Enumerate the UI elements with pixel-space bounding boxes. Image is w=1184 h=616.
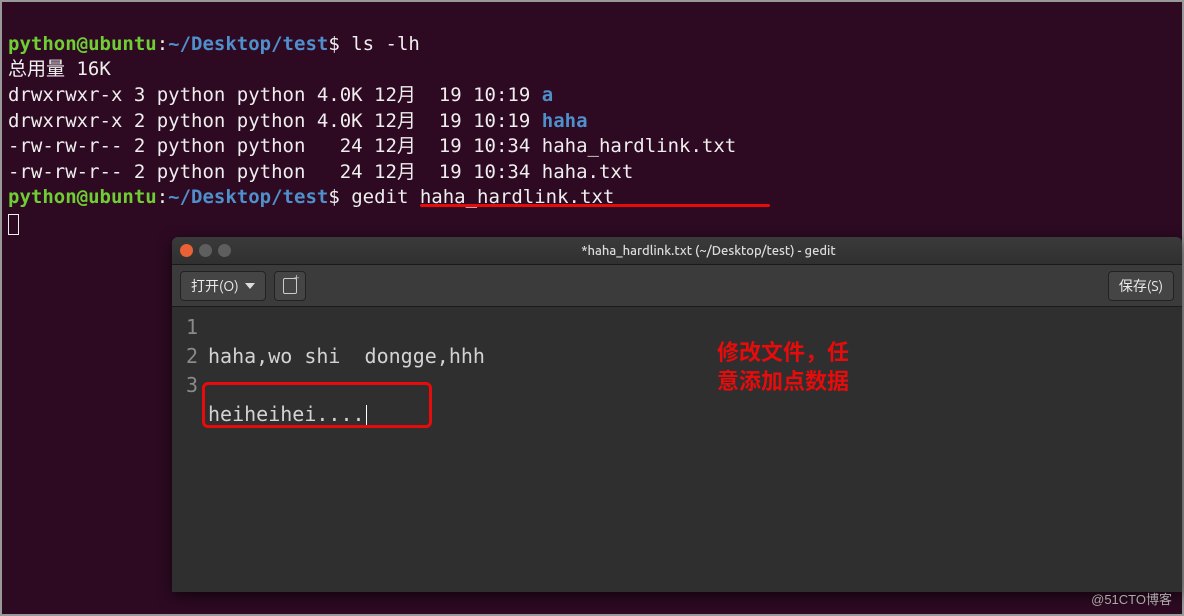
toolbar: 打开(O) 保存(S) [172,265,1182,307]
minimize-icon[interactable] [199,244,212,257]
close-icon[interactable] [180,244,193,257]
ls-row-name: haha.txt [542,161,634,183]
editor-line: haha,wo shi dongge,hhh [208,344,485,368]
ls-row-perm: -rw-rw-r-- 2 python python 24 12月 19 10:… [8,135,542,157]
annotation-text: 修改文件，任 意添加点数据 [717,337,849,394]
ls-row-name: a [542,84,553,106]
window-title: *haha_hardlink.txt (~/Desktop/test) - ge… [243,244,1174,258]
save-label: 保存(S) [1119,276,1163,296]
ls-row-name: haha [542,110,588,132]
line-number: 3 [186,373,198,397]
prompt-colon: : [157,186,168,208]
prompt-path: ~/Desktop/test [168,186,328,208]
line-number: 2 [186,344,198,368]
highlight-box [202,382,432,428]
open-button[interactable]: 打开(O) [180,271,266,301]
command-ls: ls -lh [340,33,420,55]
ls-row-perm: drwxrwxr-x 2 python python 4.0K 12月 19 1… [8,110,542,132]
open-label: 打开(O) [191,276,239,296]
prompt-user: python@ubuntu [8,33,157,55]
ls-row-perm: -rw-rw-r-- 2 python python 24 12月 19 10:… [8,161,542,183]
window-controls [180,244,231,257]
ls-row-name: haha_hardlink.txt [542,135,736,157]
line-gutter: 1 2 3 [172,307,204,592]
maximize-icon[interactable] [218,244,231,257]
prompt-dollar: $ [328,33,339,55]
editor-content[interactable]: haha,wo shi dongge,hhh heiheihei.... [204,307,1182,592]
prompt-colon: : [157,33,168,55]
save-button[interactable]: 保存(S) [1108,271,1174,301]
underline-annotation [420,204,770,207]
prompt-dollar: $ [328,186,339,208]
ls-total: 总用量 16K [8,58,111,80]
titlebar[interactable]: *haha_hardlink.txt (~/Desktop/test) - ge… [172,237,1182,265]
terminal-cursor [8,214,19,235]
new-file-icon [283,278,297,294]
chevron-down-icon [245,283,255,289]
prompt-path: ~/Desktop/test [168,33,328,55]
ls-row-perm: drwxrwxr-x 3 python python 4.0K 12月 19 1… [8,84,542,106]
new-file-button[interactable] [274,271,306,301]
editor-area[interactable]: 1 2 3 haha,wo shi dongge,hhh heiheihei..… [172,307,1182,592]
watermark: @51CTO博客 [1091,589,1172,608]
prompt-user: python@ubuntu [8,186,157,208]
line-number: 1 [186,315,198,339]
